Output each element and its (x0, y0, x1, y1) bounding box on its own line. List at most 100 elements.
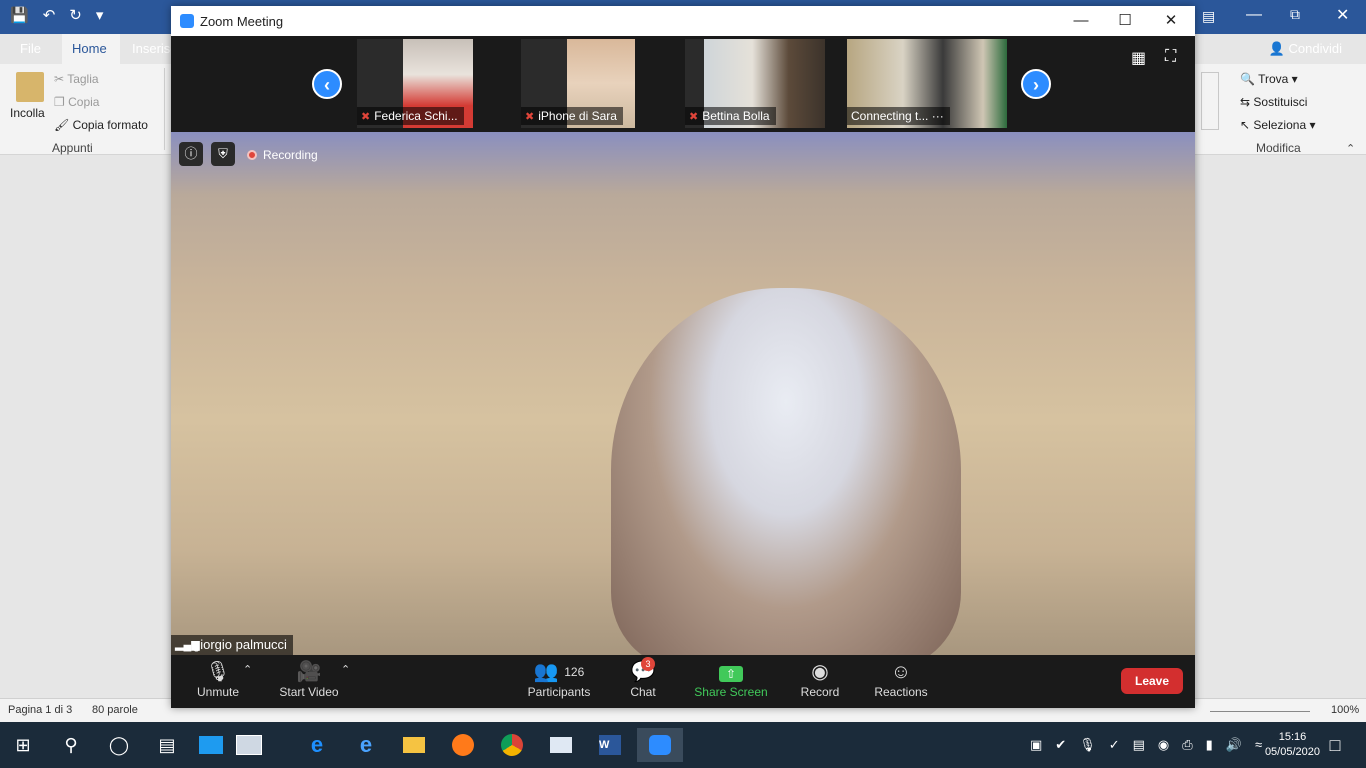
desktop-app-icon[interactable] (196, 730, 226, 760)
wifi-icon[interactable]: ≈ (1255, 737, 1262, 753)
customize-icon[interactable]: ▾ (96, 6, 104, 24)
word-icon[interactable]: W (595, 730, 625, 760)
search-icon[interactable]: ⚲ (56, 730, 86, 760)
zoom-slider[interactable] (1210, 711, 1310, 712)
editing-group-label: Modifica (1256, 141, 1301, 155)
internet-explorer-icon[interactable]: e (351, 730, 381, 760)
zoom-logo-icon (180, 14, 194, 28)
share-screen-icon: ⇧ (693, 659, 769, 685)
zoom-tray-icon[interactable]: ▣ (1030, 737, 1042, 753)
record-button[interactable]: ◉ Record (799, 659, 841, 699)
copy-button[interactable]: ❐ Copia (54, 95, 99, 109)
volume-icon[interactable]: 🔊 (1226, 737, 1242, 753)
unmute-button[interactable]: 🎙 Unmute (193, 659, 243, 699)
clipboard-group-label: Appunti (52, 141, 93, 155)
undo-icon[interactable]: ↶ (43, 6, 56, 24)
shield-icon[interactable]: ✔ (1055, 737, 1066, 753)
video-options-chevron[interactable]: ⌃ (341, 663, 350, 676)
task-view-icon[interactable]: ▤ (152, 730, 182, 760)
meeting-toolbar: 🎙 Unmute ⌃ 🎥 Start Video ⌃ 👥 126 Partici… (171, 655, 1195, 708)
search-icon: 🔍 (1240, 72, 1255, 86)
security-icon[interactable]: ✓ (1109, 737, 1120, 753)
chat-button[interactable]: 💬 3 Chat (623, 657, 663, 699)
participant-thumbnail[interactable]: Connecting t... ··· (847, 39, 1007, 128)
active-speaker-video: ⓘ ⛨ Recording ▂▄▆ giorgio palmucci (171, 132, 1195, 655)
battery-icon[interactable]: ▮ (1206, 737, 1213, 753)
tab-home[interactable]: Home (62, 34, 120, 64)
brush-icon: 🖌 (54, 118, 70, 132)
firefox-icon[interactable] (448, 730, 478, 760)
cut-button[interactable]: ✂ Taglia (54, 72, 99, 86)
reactions-button[interactable]: ☺ Reactions (873, 659, 929, 699)
record-icon: ◉ (811, 661, 829, 683)
recording-indicator: Recording (247, 148, 318, 162)
mic-muted-icon: 🎙 (205, 661, 231, 683)
zoom-taskbar-icon[interactable] (637, 728, 683, 762)
page-count[interactable]: Pagina 1 di 3 (8, 704, 72, 716)
replace-icon: ⇆ (1240, 95, 1251, 109)
file-explorer-icon[interactable] (399, 730, 429, 760)
audio-options-chevron[interactable]: ⌃ (243, 663, 252, 676)
replace-button[interactable]: ⇆ Sostituisci (1240, 95, 1307, 109)
find-button[interactable]: 🔍 Trova ▾ (1240, 72, 1298, 86)
select-button[interactable]: ↖ Seleziona ▾ (1240, 118, 1315, 132)
participant-name-tag: Connecting t... ··· (847, 107, 950, 125)
paste-button[interactable]: Incolla (10, 106, 45, 120)
gallery-view-icon[interactable]: ▦ (1131, 48, 1146, 68)
security-shield-icon[interactable]: ⛨ (211, 142, 235, 166)
microphone-icon[interactable]: 🎙 (1079, 737, 1096, 753)
redo-icon[interactable]: ↻ (69, 6, 82, 24)
participant-thumbnail[interactable]: ✖ Federica Schi... (357, 39, 473, 128)
next-page-button[interactable]: › (1021, 69, 1051, 99)
styles-scroll[interactable] (1201, 72, 1219, 130)
share-button[interactable]: 👤 Condividi (1269, 41, 1342, 57)
start-video-button[interactable]: 🎥 Start Video (277, 659, 341, 699)
close-icon[interactable]: ✕ (1336, 5, 1349, 25)
collapse-ribbon-icon[interactable]: ⌃ (1346, 142, 1355, 155)
ribbon-display-icon[interactable]: ▤ (1202, 8, 1215, 25)
chat-icon: 💬 3 (630, 657, 656, 683)
participant-thumbnail[interactable]: ✖ Bettina Bolla (685, 39, 825, 128)
format-painter-button[interactable]: 🖌 Copia formato (54, 118, 148, 132)
participant-name-tag: ✖ Federica Schi... (357, 107, 464, 125)
participant-thumbnail[interactable]: ✖ iPhone di Sara (521, 39, 635, 128)
edge-icon[interactable]: e (302, 730, 332, 760)
printer-icon[interactable]: ⎙ (1182, 737, 1192, 753)
save-icon[interactable]: 💾 (10, 6, 29, 24)
tab-file[interactable]: File (10, 34, 51, 64)
fullscreen-icon[interactable]: ⛶ (1165, 48, 1176, 66)
mic-muted-icon: ✖ (361, 111, 371, 123)
copy-icon: ❐ (54, 95, 65, 109)
minimize-icon[interactable]: — (1246, 6, 1262, 24)
previous-page-button[interactable]: ‹ (312, 69, 342, 99)
video-off-icon: 🎥 (296, 661, 322, 683)
window-title: Zoom Meeting (200, 14, 284, 29)
remote-desktop-icon[interactable] (234, 730, 264, 760)
smiley-icon: ☺ (890, 661, 912, 683)
mail-icon[interactable] (546, 730, 576, 760)
zoom-minimize-button[interactable]: — (1059, 10, 1103, 32)
zoom-window: Zoom Meeting — ☐ ✕ ‹ ✖ Federica Schi... ✖… (171, 6, 1195, 708)
leave-button[interactable]: Leave (1121, 668, 1183, 694)
network-app-icon[interactable]: ◉ (1158, 737, 1169, 753)
restore-icon[interactable]: ⧉ (1290, 6, 1300, 23)
meeting-info-icon[interactable]: ⓘ (179, 142, 203, 166)
taskbar-clock[interactable]: 15:16 05/05/2020 (1265, 730, 1320, 760)
recording-dot-icon (247, 150, 257, 160)
zoom-level[interactable]: 100% (1331, 704, 1359, 716)
windows-start-icon[interactable]: ⊞ (8, 730, 38, 760)
taskbar: ⊞ ⚲ ◯ ▤ e e W ▣ ✔ 🎙 ✓ ▤ ◉ ⎙ ▮ 🔊 ≈ 15:16 … (0, 722, 1366, 768)
notification-icon[interactable]: □ (1320, 730, 1350, 760)
share-screen-button[interactable]: ⇧ Share Screen (693, 659, 769, 699)
zoom-maximize-button[interactable]: ☐ (1103, 10, 1147, 32)
more-icon[interactable]: ··· (932, 109, 944, 123)
scissors-icon: ✂ (54, 72, 65, 86)
zoom-close-button[interactable]: ✕ (1149, 10, 1193, 32)
participants-button[interactable]: 👥 126 Participants (523, 659, 595, 699)
display-icon[interactable]: ▤ (1133, 737, 1145, 753)
word-count[interactable]: 80 parole (92, 704, 138, 716)
zoom-title-bar: Zoom Meeting — ☐ ✕ (171, 6, 1195, 36)
paste-icon[interactable] (16, 72, 44, 102)
cortana-icon[interactable]: ◯ (104, 730, 134, 760)
chrome-icon[interactable] (497, 730, 527, 760)
